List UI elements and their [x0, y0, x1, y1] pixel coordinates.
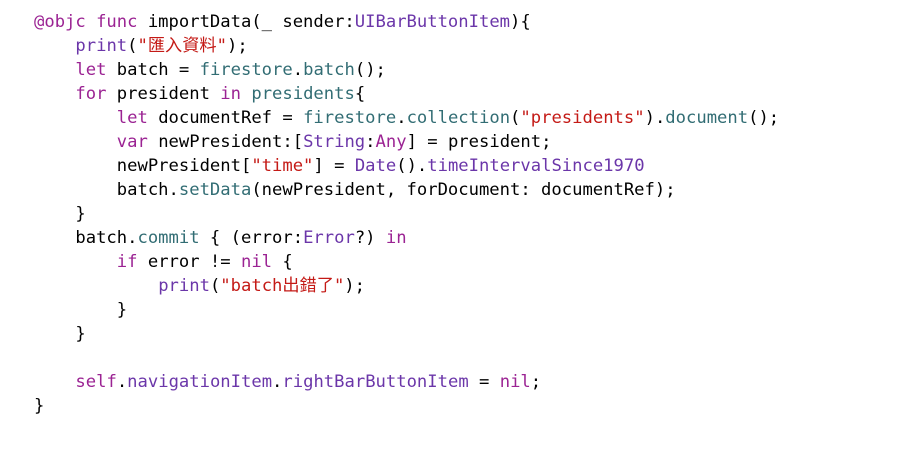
- code-token: document: [665, 108, 749, 128]
- code-line: }: [34, 298, 779, 322]
- code-token: print: [158, 276, 210, 296]
- code-line: @objc func importData(_ sender:UIBarButt…: [34, 10, 779, 34]
- code-token: in: [385, 228, 407, 248]
- code-line: }: [34, 202, 779, 226]
- code-token: let: [75, 60, 107, 80]
- code-line: newPresident["time"] = Date().timeInterv…: [34, 154, 779, 178]
- code-token: importData(_ sender:: [147, 12, 355, 32]
- code-token: presidents: [251, 84, 355, 104]
- code-token: nil: [499, 372, 531, 392]
- code-token: =: [468, 372, 500, 392]
- code-token: (newPresident, forDocument: documentRef)…: [251, 180, 676, 200]
- code-token: in: [220, 84, 241, 104]
- code-line: print("batch出錯了");: [34, 274, 779, 298]
- code-token: Date: [354, 156, 397, 176]
- code-line: for president in presidents{: [34, 82, 779, 106]
- code-editor[interactable]: @objc func importData(_ sender:UIBarButt…: [34, 10, 779, 418]
- code-token: (: [510, 108, 521, 128]
- code-token: batch.: [34, 228, 138, 248]
- code-token: (: [209, 276, 221, 296]
- code-token: {: [354, 84, 366, 104]
- code-token: timeIntervalSince1970: [427, 156, 645, 176]
- code-token: batch: [303, 60, 355, 80]
- code-token: print: [75, 36, 128, 56]
- code-line: self.navigationItem.rightBarButtonItem =…: [34, 370, 779, 394]
- code-token: @objc func: [34, 12, 148, 32]
- code-token: .: [272, 372, 283, 392]
- code-line: let batch = firestore.batch();: [34, 58, 779, 82]
- code-line: print("匯入資料");: [34, 34, 779, 58]
- code-token: );: [226, 36, 248, 56]
- code-token: error !=: [137, 252, 241, 272]
- code-token: ).: [644, 108, 666, 128]
- code-token: }: [34, 396, 45, 416]
- code-token: );: [344, 276, 365, 296]
- code-token: :: [365, 132, 376, 152]
- code-token: ();: [748, 108, 780, 128]
- code-token: newPresident[: [34, 156, 252, 176]
- code-token: president: [106, 84, 221, 104]
- code-token: ] = president;: [406, 132, 552, 152]
- code-line: let documentRef = firestore.collection("…: [34, 106, 779, 130]
- code-token: "time": [251, 156, 314, 176]
- code-token: firestore: [303, 108, 397, 128]
- code-token: ().: [396, 156, 428, 176]
- code-token: }: [34, 324, 86, 344]
- code-token: ;: [530, 372, 542, 392]
- code-token: "batch出錯了": [220, 276, 345, 296]
- code-token: batch =: [106, 60, 200, 80]
- code-token: newPresident:[: [147, 132, 304, 152]
- code-line: }: [34, 394, 779, 418]
- code-token: Error: [303, 228, 355, 248]
- code-token: self: [75, 372, 117, 392]
- code-token: }: [34, 300, 128, 320]
- code-token: ?): [354, 228, 386, 248]
- code-token: UIBarButtonItem: [354, 12, 511, 32]
- code-token: firestore: [199, 60, 293, 80]
- code-token: {: [272, 252, 293, 272]
- code-token: ] =: [313, 156, 355, 176]
- code-token: rightBarButtonItem: [282, 372, 469, 392]
- code-token: Any: [375, 132, 407, 152]
- code-token: { (error:: [199, 228, 304, 248]
- code-line: batch.commit { (error:Error?) in: [34, 226, 779, 250]
- code-token: documentRef =: [147, 108, 304, 128]
- code-line: if error != nil {: [34, 250, 779, 274]
- code-token: }: [34, 204, 86, 224]
- code-token: ();: [354, 60, 386, 80]
- code-token: batch.: [34, 180, 179, 200]
- code-token: for: [75, 84, 107, 104]
- code-line: batch.setData(newPresident, forDocument:…: [34, 178, 779, 202]
- code-token: commit: [137, 228, 200, 248]
- code-token: navigationItem: [127, 372, 273, 392]
- code-token: collection: [406, 108, 511, 128]
- code-token: .: [396, 108, 407, 128]
- code-token: String: [303, 132, 366, 152]
- code-line: }: [34, 322, 779, 346]
- code-token: "presidents": [520, 108, 645, 128]
- code-token: setData: [178, 180, 252, 200]
- code-token: ){: [510, 12, 531, 32]
- code-token: .: [116, 372, 128, 392]
- code-token: let: [116, 108, 148, 128]
- code-token: nil: [240, 252, 273, 272]
- code-token: if: [116, 252, 138, 272]
- code-line: var newPresident:[String:Any] = presiden…: [34, 130, 779, 154]
- code-token: (: [127, 36, 138, 56]
- code-token: "匯入資料": [137, 36, 227, 56]
- code-token: .: [292, 60, 304, 80]
- code-token: var: [116, 132, 148, 152]
